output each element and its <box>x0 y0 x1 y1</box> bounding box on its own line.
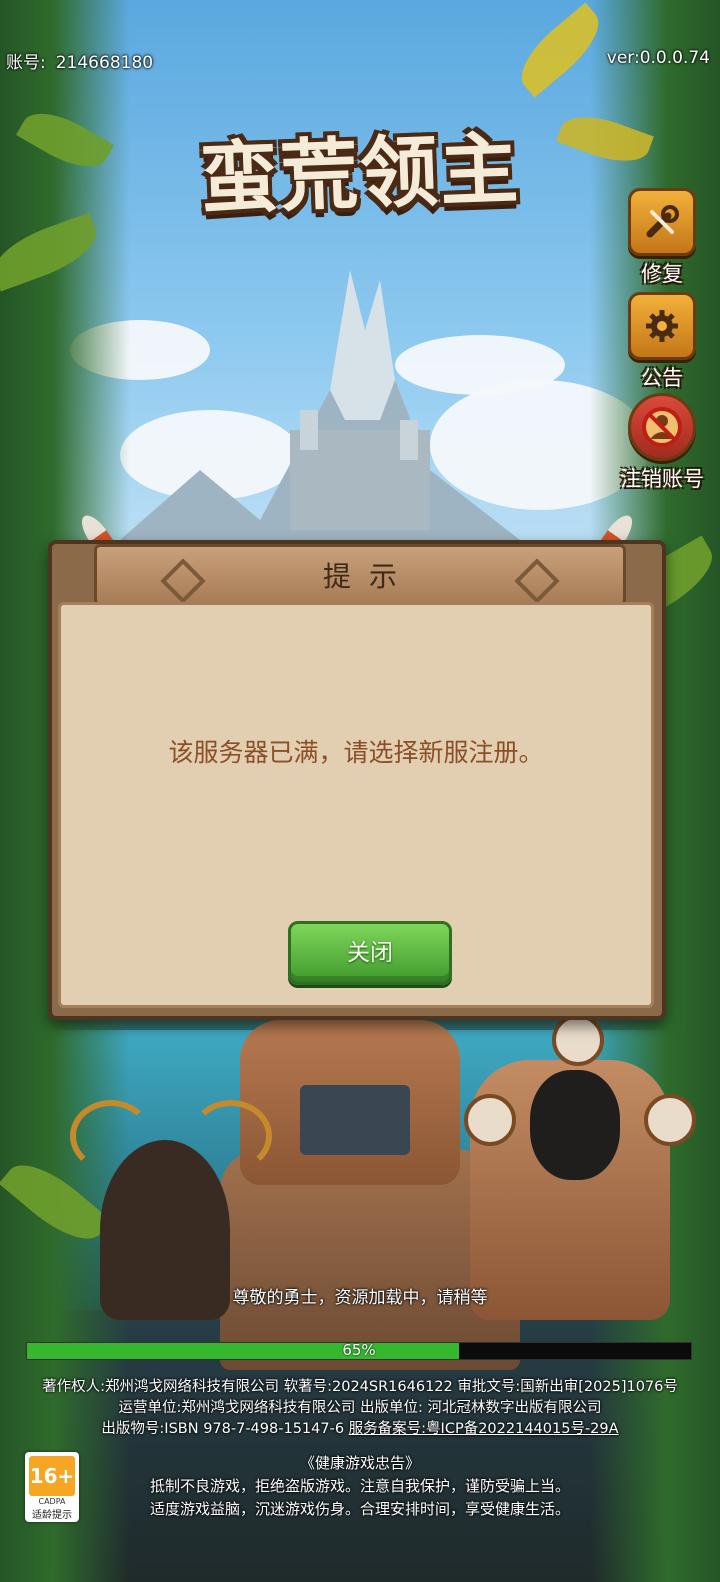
health-notice-line: 适度游戏益脑，沉迷游戏伤身。合理安排时间，享受健康生活。 <box>149 1500 570 1518</box>
icp-link[interactable]: 服务备案号:粤ICP备2022144015号-29A <box>349 1421 619 1437</box>
loading-text: 尊敬的勇士，资源加载中，请稍等 <box>232 1288 488 1308</box>
drum <box>552 1014 604 1066</box>
repair-button[interactable]: 修复 <box>617 188 707 288</box>
age-rating-tip: 适龄提示 <box>32 1510 72 1521</box>
repair-label: 修复 <box>641 262 683 286</box>
progress-percent: 65% <box>342 1341 376 1359</box>
prohibited-user-icon <box>628 393 696 461</box>
notice-label: 公告 <box>641 366 683 390</box>
notice-button[interactable]: 公告 <box>617 292 707 392</box>
ornament-icon <box>160 558 206 604</box>
loading-progress-bar: 65% <box>26 1341 692 1360</box>
close-button[interactable]: 关闭 <box>288 921 452 985</box>
dialog-header: 提示 <box>94 544 626 606</box>
isbn-text: 出版物号:ISBN 978-7-498-15147-6 <box>101 1421 349 1437</box>
account-info: 账号: 214668180 <box>6 48 153 73</box>
publication-line: 出版物号:ISBN 978-7-498-15147-6 服务备案号:粤ICP备2… <box>0 1419 720 1440</box>
logout-account-button[interactable]: 注销账号 <box>612 393 712 493</box>
logout-label: 注销账号 <box>620 467 704 491</box>
account-label: 账号: <box>6 53 46 73</box>
gear-icon <box>628 292 696 360</box>
drum <box>464 1094 516 1146</box>
notice-dialog: 提示 该服务器已满，请选择新服注册。 关闭 <box>48 510 666 1020</box>
health-notice-title: 《健康游戏忠告》 <box>299 1454 420 1472</box>
dialog-message: 该服务器已满，请选择新服注册。 <box>168 738 544 767</box>
dialog-body: 该服务器已满，请选择新服注册。 关闭 <box>58 602 654 1008</box>
version-label: ver:0.0.0.74 <box>606 48 710 68</box>
health-notice-line: 抵制不良游戏，拒绝盗版游戏。注意自我保护，谨防受骗上当。 <box>149 1477 570 1495</box>
health-notice: 《健康游戏忠告》 抵制不良游戏，拒绝盗版游戏。注意自我保护，谨防受骗上当。 适度… <box>0 1452 720 1521</box>
ornament-icon <box>514 558 560 604</box>
operator-line: 运营单位:郑州鸿戈网络科技有限公司 出版单位: 河北冠林数字出版有限公司 <box>118 1400 602 1416</box>
account-id: 214668180 <box>55 53 154 73</box>
copyright-line: 著作权人:郑州鸿戈网络科技有限公司 软著号:2024SR1646122 审批文号… <box>42 1379 678 1395</box>
age-rating-value: 16+ <box>29 1456 75 1496</box>
copyright-info: 著作权人:郑州鸿戈网络科技有限公司 软著号:2024SR1646122 审批文号… <box>0 1377 720 1440</box>
age-rating-org: CADPA <box>38 1497 66 1506</box>
age-rating-badge[interactable]: 16+ CADPA 适龄提示 <box>25 1452 79 1522</box>
drum <box>644 1094 696 1146</box>
game-title-logo: 蛮荒领主 <box>198 123 522 226</box>
warrior-head <box>530 1070 620 1180</box>
dialog-title: 提示 <box>322 560 415 593</box>
chief-skirt <box>300 1085 410 1155</box>
wrench-icon <box>628 188 696 256</box>
